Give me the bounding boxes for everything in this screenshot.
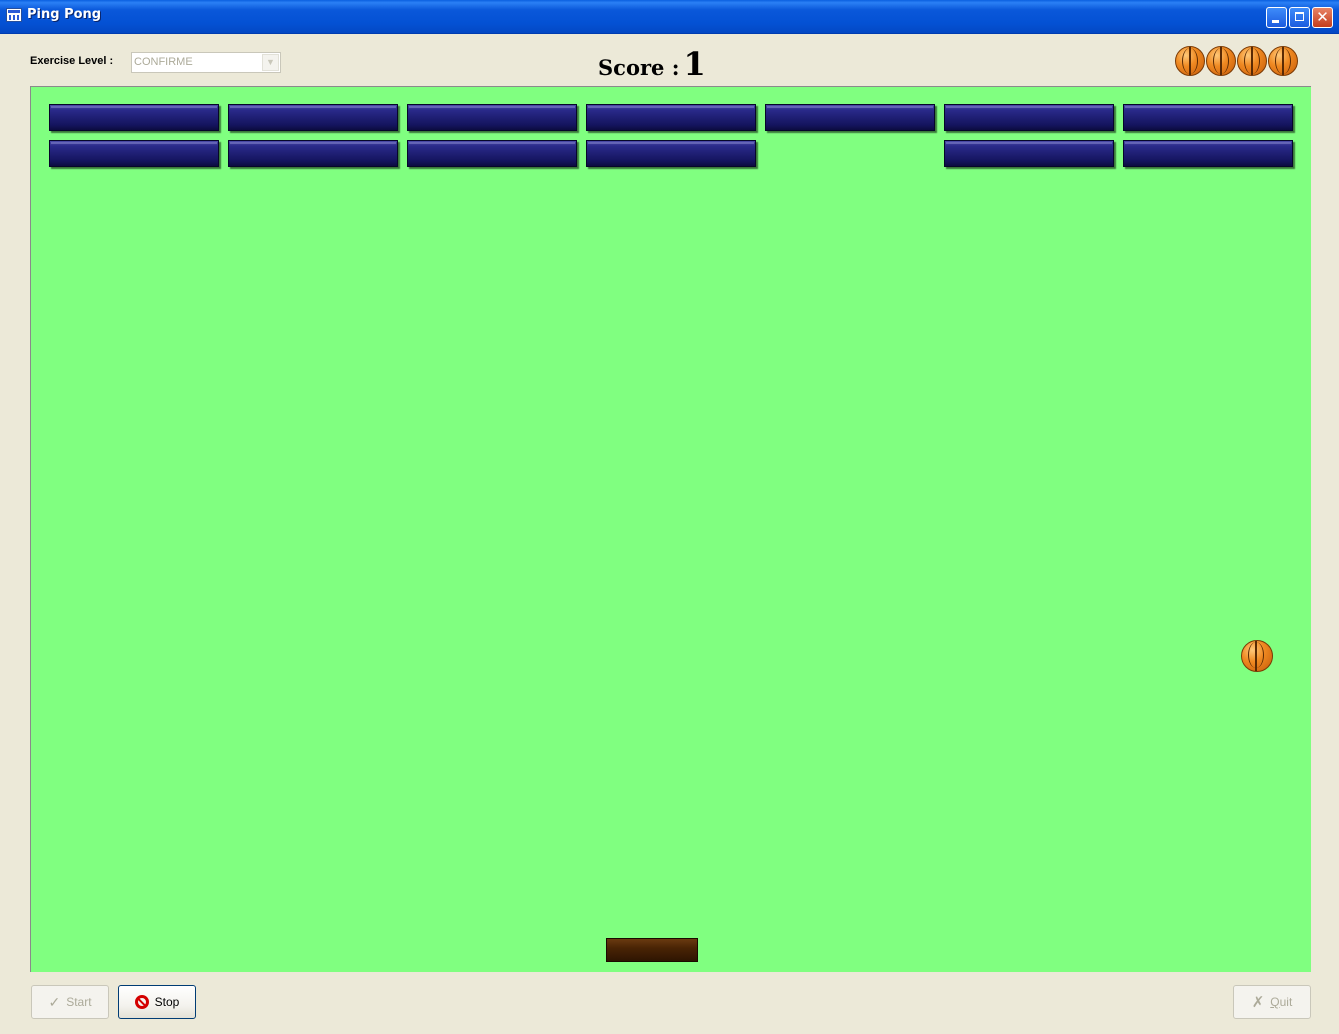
brick bbox=[407, 140, 577, 167]
brick bbox=[228, 104, 398, 131]
brick bbox=[765, 104, 935, 131]
quit-button-label: Quit bbox=[1270, 995, 1293, 1009]
exercise-level-select[interactable]: CONFIRME ▼ bbox=[131, 52, 281, 73]
start-button-label: Start bbox=[66, 995, 92, 1009]
stop-icon bbox=[134, 995, 149, 1009]
minimize-button[interactable] bbox=[1266, 7, 1287, 28]
basketball-icon bbox=[1241, 640, 1273, 672]
app-grid-icon bbox=[6, 8, 22, 22]
quit-icon: ✗ bbox=[1251, 994, 1265, 1011]
restore-button[interactable] bbox=[1289, 7, 1310, 28]
paddle[interactable] bbox=[606, 938, 698, 962]
brick bbox=[49, 140, 219, 167]
stop-button-label: Stop bbox=[154, 995, 180, 1009]
score-display: Score :1 bbox=[598, 45, 706, 83]
restore-icon bbox=[1295, 12, 1304, 21]
start-button[interactable]: ✓ Start bbox=[31, 985, 109, 1019]
brick bbox=[49, 104, 219, 131]
close-button[interactable]: ✕ bbox=[1312, 7, 1333, 28]
lives-indicator bbox=[1175, 46, 1299, 78]
brick bbox=[944, 140, 1114, 167]
ping-pong-window: Ping Pong ✕ Exercise Level : CONFIRME ▼ … bbox=[0, 0, 1339, 1034]
stop-button[interactable]: Stop bbox=[118, 985, 196, 1019]
quit-button[interactable]: ✗ Quit bbox=[1233, 985, 1311, 1019]
brick bbox=[586, 140, 756, 167]
minimize-icon bbox=[1272, 20, 1279, 23]
title-bar[interactable]: Ping Pong ✕ bbox=[0, 0, 1339, 34]
close-icon: ✕ bbox=[1316, 8, 1329, 26]
brick bbox=[228, 140, 398, 167]
brick bbox=[1123, 140, 1293, 167]
chevron-down-icon[interactable]: ▼ bbox=[262, 54, 279, 71]
checkmark-icon: ✓ bbox=[48, 993, 61, 1010]
life-basketball-icon bbox=[1175, 46, 1205, 76]
life-basketball-icon bbox=[1206, 46, 1236, 76]
exercise-level-label: Exercise Level : bbox=[30, 55, 114, 67]
exercise-level-value: CONFIRME bbox=[134, 56, 193, 68]
brick bbox=[407, 104, 577, 131]
window-title: Ping Pong bbox=[27, 7, 102, 22]
life-basketball-icon bbox=[1237, 46, 1267, 76]
brick bbox=[944, 104, 1114, 131]
score-label: Score : bbox=[598, 55, 680, 80]
score-value: 1 bbox=[683, 45, 706, 83]
brick bbox=[1123, 104, 1293, 131]
brick bbox=[586, 104, 756, 131]
life-basketball-icon bbox=[1268, 46, 1298, 76]
game-playfield[interactable] bbox=[30, 86, 1311, 972]
